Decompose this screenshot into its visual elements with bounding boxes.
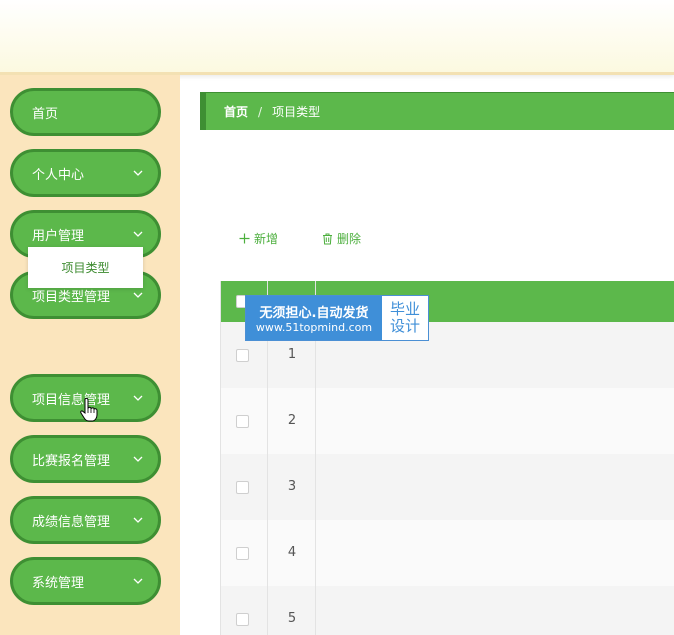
sidebar-item-label: 成绩信息管理	[32, 514, 111, 530]
row-checkbox[interactable]	[236, 481, 249, 494]
row-checkbox[interactable]	[236, 613, 249, 626]
sidebar-item-label: 首页	[32, 106, 59, 122]
sidebar-item-label: 项目信息管理	[32, 392, 111, 408]
watermark-line2: www.51topmind.com	[255, 321, 373, 334]
sidebar-item-label: 用户管理	[32, 228, 85, 244]
row-index: 4	[287, 545, 297, 560]
delete-button[interactable]: 删除	[322, 230, 361, 247]
top-header	[0, 0, 674, 75]
sidebar-item-label: 系统管理	[32, 575, 85, 591]
row-index: 2	[287, 413, 297, 428]
chevron-down-icon	[130, 573, 146, 589]
watermark-right1: 毕业	[389, 300, 420, 318]
sidebar-item-label: 项目类型管理	[32, 289, 111, 305]
row-checkbox[interactable]	[236, 349, 249, 362]
sidebar-item-home[interactable]: 首页	[10, 88, 161, 136]
submenu-label: 项目类型	[61, 261, 110, 275]
breadcrumb: 首页 / 项目类型	[200, 92, 674, 130]
row-checkbox[interactable]	[236, 415, 249, 428]
row-index: 5	[287, 611, 297, 626]
breadcrumb-home[interactable]: 首页	[224, 103, 248, 120]
sidebar-item-label: 个人中心	[32, 167, 85, 183]
chevron-down-icon	[130, 390, 146, 406]
sidebar-item-competition-registration[interactable]: 比赛报名管理	[10, 435, 161, 483]
add-button[interactable]: 新增	[239, 230, 278, 247]
sidebar-item-score-info-management[interactable]: 成绩信息管理	[10, 496, 161, 544]
watermark-badge: 无须担心.自动发货 www.51topmind.com 毕业 设计	[245, 295, 429, 341]
watermark-right2: 设计	[389, 317, 420, 335]
row-index: 3	[287, 479, 297, 494]
watermark-right: 毕业 设计	[382, 296, 428, 340]
sidebar-item-personal-center[interactable]: 个人中心	[10, 149, 161, 197]
watermark-left: 无须担心.自动发货 www.51topmind.com	[246, 296, 382, 340]
table-row: 4	[220, 520, 674, 587]
sidebar-subitem-project-type[interactable]: 项目类型	[28, 247, 143, 288]
plus-icon	[239, 233, 250, 244]
hand-cursor-icon	[80, 397, 98, 426]
add-button-label: 新增	[254, 232, 279, 246]
table-row: 2	[220, 388, 674, 455]
chevron-down-icon	[130, 512, 146, 528]
trash-icon	[322, 233, 333, 245]
sidebar-item-system-management[interactable]: 系统管理	[10, 557, 161, 605]
breadcrumb-current: 项目类型	[272, 105, 321, 119]
chevron-down-icon	[130, 451, 146, 467]
sidebar-item-label: 比赛报名管理	[32, 453, 111, 469]
chevron-down-icon	[130, 226, 146, 242]
row-index: 1	[287, 347, 297, 362]
table-row: 3	[220, 454, 674, 521]
table-row: 5	[220, 586, 674, 635]
delete-button-label: 删除	[337, 232, 362, 246]
breadcrumb-separator: /	[258, 104, 263, 119]
row-checkbox[interactable]	[236, 547, 249, 560]
chevron-down-icon	[130, 287, 146, 303]
table-border	[220, 281, 221, 635]
chevron-down-icon	[130, 165, 146, 181]
watermark-line1: 无须担心.自动发货	[259, 306, 369, 321]
